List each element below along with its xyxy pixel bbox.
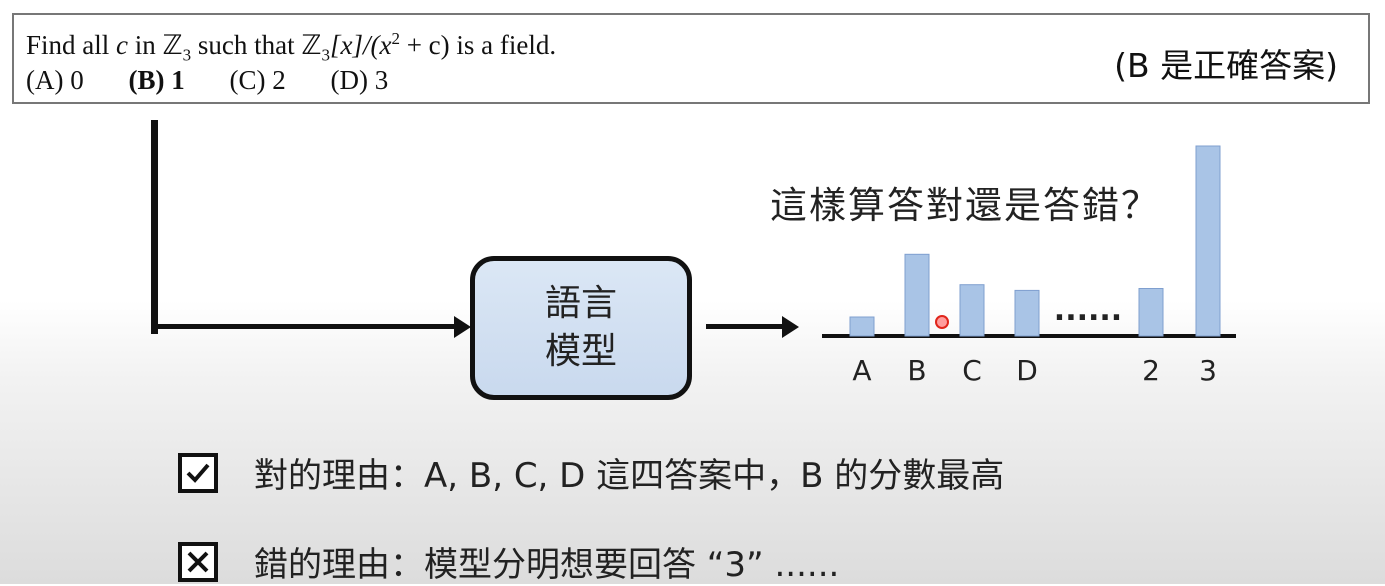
chart-bar-A: [849, 316, 875, 337]
reason-right: 對的理由：A, B, C, D 這四答案中，B 的分數最高: [178, 448, 1004, 497]
checkbox-checked-icon: [178, 452, 218, 493]
chart-label-D: D: [1016, 354, 1038, 387]
chart-label-C: C: [962, 354, 982, 387]
chart-ellipsis: ......: [1054, 293, 1122, 328]
chart-bar-B: [904, 253, 930, 337]
pointer-dot-icon: [935, 315, 949, 329]
reason-wrong: 錯的理由：模型分明想要回答 “3” ......: [178, 537, 839, 586]
chart-bar-3: [1195, 145, 1221, 337]
chart-label-2: 2: [1142, 354, 1160, 387]
chart-bar-C: [959, 284, 985, 337]
chart-bar-D: [1014, 289, 1040, 337]
reason-right-text: 對的理由：A, B, C, D 這四答案中，B 的分數最高: [254, 456, 1005, 496]
chart-label-A: A: [852, 354, 871, 387]
checkbox-crossed-icon: [178, 541, 218, 582]
reason-wrong-text: 錯的理由：模型分明想要回答 “3” ......: [254, 545, 840, 585]
chart-label-B: B: [907, 354, 926, 387]
chart-bar-2: [1138, 288, 1164, 337]
chart-label-3: 3: [1199, 354, 1217, 387]
